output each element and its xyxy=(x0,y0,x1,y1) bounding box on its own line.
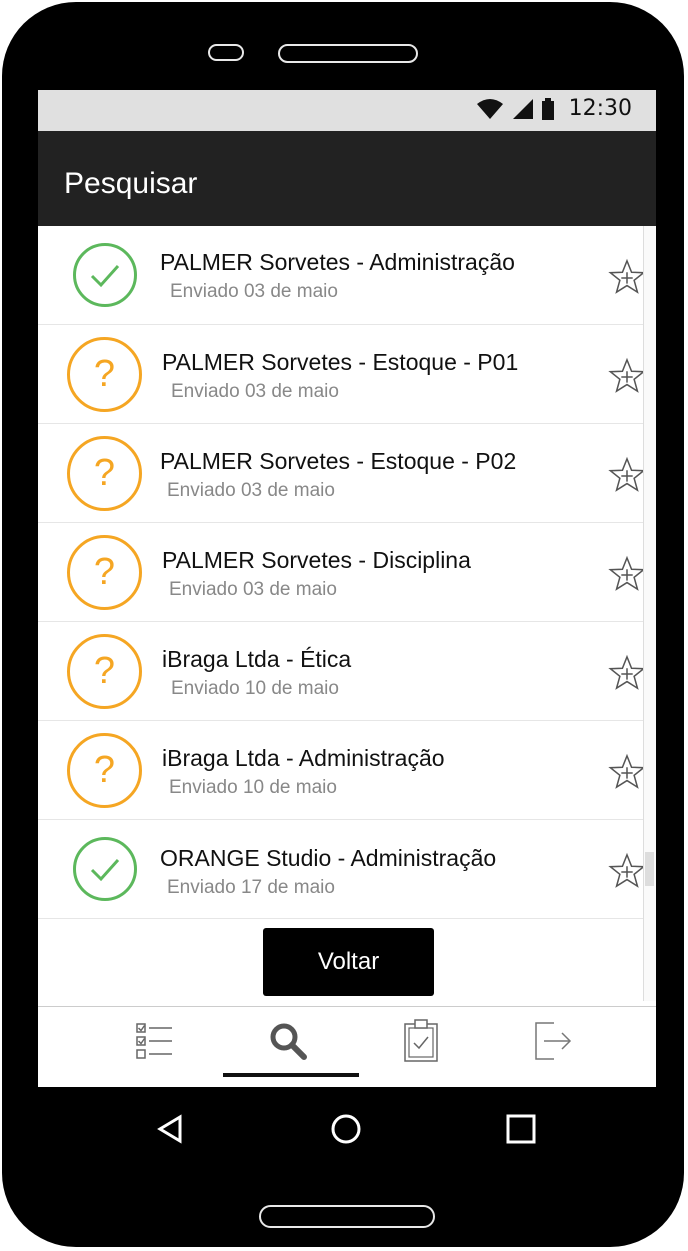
nav-item-clipboard[interactable] xyxy=(397,1017,445,1065)
list-item[interactable]: ORANGE Studio - Administração Enviado 17… xyxy=(38,820,646,919)
list-item-title: iBraga Ltda - Ética xyxy=(162,646,352,672)
scrollbar-thumb[interactable] xyxy=(645,852,654,886)
status-pending-icon: ? xyxy=(67,535,142,610)
question-icon: ? xyxy=(93,749,116,791)
signal-icon xyxy=(512,98,533,119)
list-item-title: ORANGE Studio - Administração xyxy=(160,845,497,871)
list-item-subtitle: Enviado 03 de maio xyxy=(170,281,338,302)
list-item-subtitle: Enviado 17 de maio xyxy=(167,877,335,898)
survey-list: PALMER Sorvetes - Administração Enviado … xyxy=(38,226,646,919)
system-nav-bar xyxy=(38,1087,656,1168)
nav-item-checklist[interactable] xyxy=(131,1017,179,1065)
bottom-nav xyxy=(38,1006,656,1077)
checklist-icon xyxy=(136,1023,172,1059)
app-bar: Pesquisar xyxy=(38,131,656,226)
status-complete-icon xyxy=(73,837,137,901)
list-item-subtitle: Enviado 10 de maio xyxy=(169,777,337,798)
favorite-star-icon[interactable] xyxy=(608,555,646,593)
home-circle-icon xyxy=(331,1114,361,1144)
system-recents[interactable] xyxy=(497,1105,545,1153)
favorite-star-icon[interactable] xyxy=(608,654,646,692)
list-item-title: PALMER Sorvetes - Disciplina xyxy=(162,547,471,573)
search-icon xyxy=(270,1023,307,1060)
favorite-star-icon[interactable] xyxy=(608,258,646,296)
list-item-title: PALMER Sorvetes - Administração xyxy=(160,249,515,275)
question-icon: ? xyxy=(93,452,116,494)
check-icon xyxy=(90,264,120,288)
list-item[interactable]: PALMER Sorvetes - Administração Enviado … xyxy=(38,226,646,325)
list-item[interactable]: ? iBraga Ltda - Administração Enviado 10… xyxy=(38,721,646,820)
clipboard-icon xyxy=(404,1019,438,1062)
battery-icon xyxy=(541,97,554,120)
favorite-star-icon[interactable] xyxy=(608,357,646,395)
recents-square-icon xyxy=(506,1114,536,1144)
screen: 12:30 Pesquisar PALMER Sorvetes - Admini… xyxy=(38,90,656,1168)
favorite-star-icon[interactable] xyxy=(608,456,646,494)
nav-item-logout[interactable] xyxy=(530,1017,578,1065)
camera xyxy=(208,44,244,61)
list-item-subtitle: Enviado 10 de maio xyxy=(171,678,339,699)
status-pending-icon: ? xyxy=(67,337,142,412)
list-item-title: PALMER Sorvetes - Estoque - P01 xyxy=(162,349,519,375)
system-home[interactable] xyxy=(322,1105,370,1153)
list-item-subtitle: Enviado 03 de maio xyxy=(167,480,335,501)
back-triangle-icon xyxy=(157,1114,182,1144)
status-bar: 12:30 xyxy=(38,90,656,131)
page-title: Pesquisar xyxy=(64,167,198,200)
list-item[interactable]: ? PALMER Sorvetes - Estoque - P01 Enviad… xyxy=(38,325,646,424)
question-icon: ? xyxy=(93,650,116,692)
question-icon: ? xyxy=(93,551,116,593)
back-button[interactable]: Voltar xyxy=(263,928,434,996)
list-item[interactable]: ? iBraga Ltda - Ética Enviado 10 de maio xyxy=(38,622,646,721)
phone-home-bar xyxy=(259,1205,435,1228)
status-time: 12:30 xyxy=(568,96,632,121)
active-tab-indicator xyxy=(223,1073,359,1077)
status-pending-icon: ? xyxy=(67,634,142,709)
wifi-icon xyxy=(476,98,503,119)
check-icon xyxy=(90,858,120,882)
logout-icon xyxy=(535,1022,572,1060)
list-item[interactable]: ? PALMER Sorvetes - Disciplina Enviado 0… xyxy=(38,523,646,622)
list-item-subtitle: Enviado 03 de maio xyxy=(171,381,339,402)
list-item-subtitle: Enviado 03 de maio xyxy=(169,579,337,600)
status-pending-icon: ? xyxy=(67,436,142,511)
list-item-title: PALMER Sorvetes - Estoque - P02 xyxy=(160,448,517,474)
nav-item-search[interactable] xyxy=(264,1017,312,1065)
phone-frame: 12:30 Pesquisar PALMER Sorvetes - Admini… xyxy=(2,2,684,1247)
system-back[interactable] xyxy=(147,1105,195,1153)
speaker xyxy=(278,44,418,63)
list-item-title: iBraga Ltda - Administração xyxy=(162,745,445,771)
question-icon: ? xyxy=(93,353,116,395)
favorite-star-icon[interactable] xyxy=(608,852,646,890)
status-complete-icon xyxy=(73,243,137,307)
list-item[interactable]: ? PALMER Sorvetes - Estoque - P02 Enviad… xyxy=(38,424,646,523)
status-pending-icon: ? xyxy=(67,733,142,808)
favorite-star-icon[interactable] xyxy=(608,753,646,791)
